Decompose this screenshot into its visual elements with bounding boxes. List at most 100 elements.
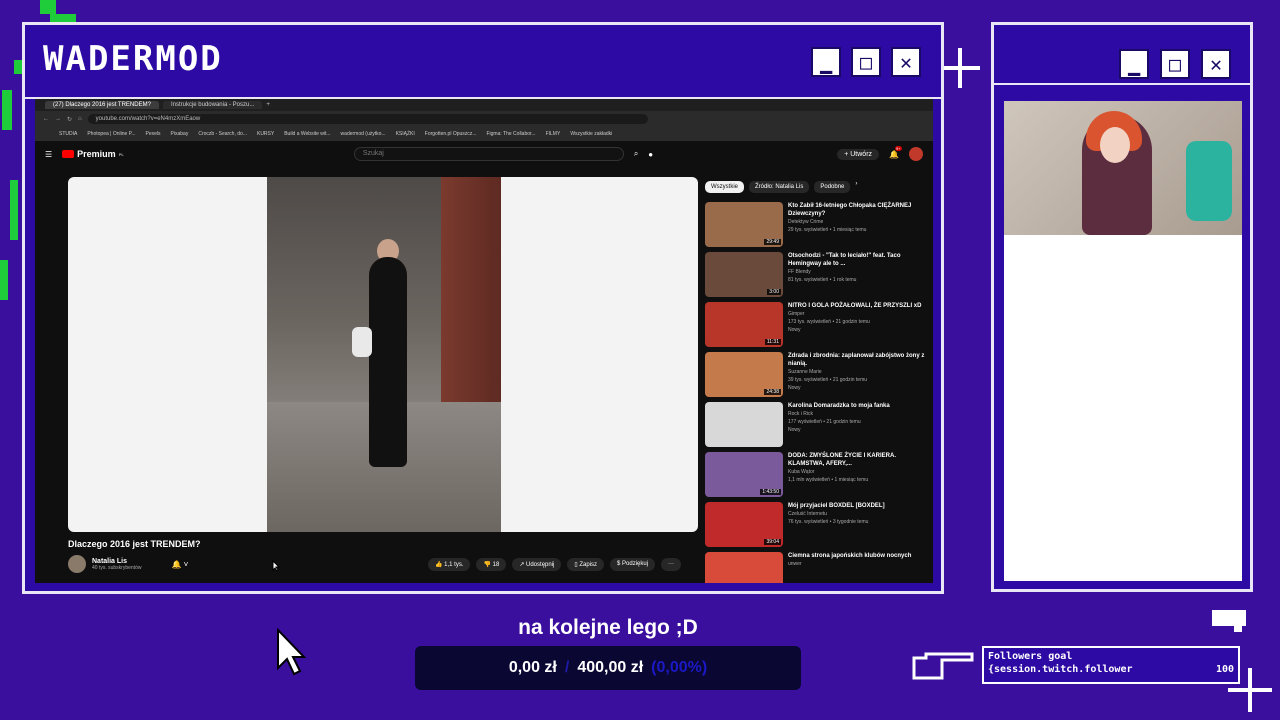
bookmark[interactable]: Photopea | Online P... [87,131,135,137]
recommendation-channel[interactable]: unwer [788,560,911,568]
donation-goal-bar: 0,00 zł / 400,00 zł (0,00%) [415,646,801,690]
bookmark[interactable]: KURSY [257,131,274,137]
recommendation-item[interactable]: 29:49 Kto Zabił 16-letniego Chłopaka CIĘ… [705,202,927,251]
recommendation-meta: 39 tys. wyświetleń • 21 godzin temu [788,377,868,383]
bookmark[interactable]: Wszystkie zakładki [570,131,612,137]
recommendation-channel[interactable]: Suzanne Marie [788,368,927,376]
dislike-button[interactable]: 👎 18 [476,558,507,571]
recommendation-title[interactable]: Kto Zabił 16-letniego Chłopaka CIĘŻARNEJ… [788,202,927,218]
bookmark[interactable]: Pexels [146,131,161,137]
youtube-logo[interactable]: Premium PL [62,149,124,159]
share-button[interactable]: ↗ Udostępnij [512,558,562,571]
person-figure [369,257,407,467]
recommendation-channel[interactable]: FF Blendy [788,268,927,276]
recommendation-title[interactable]: Zdrada i zbrodnia: zaplanował zabójstwo … [788,352,927,368]
bookmark[interactable]: FILMY [546,131,561,137]
account-avatar[interactable] [909,147,923,161]
reload-icon[interactable]: ↻ [67,116,72,123]
more-actions-button[interactable]: ··· [661,558,682,571]
bell-icon[interactable]: 🔔 ˅ [171,560,188,569]
forward-icon[interactable]: → [55,116,61,122]
recommendation-item[interactable]: Karolina Domaradzka to moja fanka Rock i… [705,402,927,451]
bookmark[interactable]: Forgotten.pl Opuszcz... [425,131,477,137]
minimize-button[interactable]: ▁ [811,47,841,77]
recommendation-channel[interactable]: Detektyw Crime [788,218,927,226]
video-thumbnail[interactable] [705,552,783,583]
video-duration: 39:04 [764,539,781,545]
mic-icon[interactable]: ● [648,150,653,159]
menu-icon[interactable]: ☰ [45,150,52,159]
recommendation-item[interactable]: Ciemna strona japońskich klubów nocnych … [705,552,927,583]
chip-similar[interactable]: Podobne [814,181,851,193]
channel-avatar[interactable] [68,555,86,573]
like-button[interactable]: 👍 1,1 tys. [428,558,471,571]
url-input[interactable]: youtube.com/watch?v=eN4mzXmEaow [87,114,648,124]
video-player[interactable] [68,177,698,532]
video-thumbnail[interactable]: 11:31 [705,302,783,347]
browser-tab[interactable]: Instrukcje budowania - Poszu... [162,101,263,109]
browser-tab[interactable]: (27) Dlaczego 2016 jest TRENDEM? [45,101,159,109]
bookmark[interactable]: STUDIA [59,131,77,137]
new-tab-icon[interactable]: + [266,102,270,108]
channel-subscribers: 40 tys. subskrybentów [92,564,142,571]
recommendation-meta: 76 tys. wyświetleń • 3 tygodnie temu [788,519,869,525]
recommendation-channel[interactable]: Rock i Rick [788,410,890,418]
chevron-right-icon[interactable]: › [855,181,857,193]
video-thumbnail[interactable]: 29:49 [705,202,783,247]
thanks-button[interactable]: $ Podziękuj [610,558,656,571]
save-button[interactable]: ▯ Zapisz [567,558,605,571]
bookmark[interactable]: Figma: The Collabor... [486,131,535,137]
maximize-button[interactable]: □ [851,47,881,77]
camera-window-titlebar: ▁ □ ✕ [994,25,1250,85]
minimize-button[interactable]: ▁ [1119,49,1149,79]
recommendation-title[interactable]: Ciemna strona japońskich klubów nocnych [788,552,911,560]
video-thumbnail[interactable]: 1:43:50 [705,452,783,497]
recommendation-channel[interactable]: Gimper [788,310,921,318]
maximize-button[interactable]: □ [1160,49,1190,79]
recommendation-item[interactable]: 11:31 NITRO I GOLA POŻAŁOWALI, ŻE PRZYSZ… [705,302,927,351]
notification-icon[interactable]: 🔔 9+ [889,145,902,159]
video-duration: 24:38 [764,389,781,395]
video-thumbnail[interactable]: 3:00 [705,252,783,297]
recommendation-title[interactable]: Otsochodzi - "Tak to leciało!" feat. Tac… [788,252,927,268]
close-button[interactable]: ✕ [891,47,921,77]
video-duration: 11:31 [764,339,781,345]
close-button[interactable]: ✕ [1201,49,1231,79]
bookmark[interactable]: KSIĄŻKI [396,131,415,137]
recommendation-title[interactable]: NITRO I GOLA POŻAŁOWALI, ŻE PRZYSZLI xD [788,302,921,310]
recommendations-list: 29:49 Kto Zabił 16-letniego Chłopaka CIĘ… [705,202,927,583]
recommendation-item[interactable]: 24:38 Zdrada i zbrodnia: zaplanował zabó… [705,352,927,401]
video-thumbnail[interactable]: 24:38 [705,352,783,397]
followers-goal-target: 100 [1215,664,1234,675]
chip-source[interactable]: Źródło: Natalia Lis [749,181,810,193]
recommendation-title[interactable]: Mój przyjaciel BOXDEL [BOXDEL] [788,502,885,510]
recommendation-channel[interactable]: Kuba Wątor [788,468,927,476]
recommendation-item[interactable]: 39:04 Mój przyjaciel BOXDEL [BOXDEL] Cze… [705,502,927,551]
video-thumbnail[interactable]: 39:04 [705,502,783,547]
bookmark[interactable]: wadermod (użytko... [341,131,386,137]
video-duration: 1:43:50 [760,489,781,495]
bookmark[interactable]: Croczb - Search, do... [198,131,247,137]
channel-name[interactable]: Natalia Lis [92,558,141,565]
bookmark[interactable]: Pixabay [171,131,189,137]
recommendation-item[interactable]: 3:00 Otsochodzi - "Tak to leciało!" feat… [705,252,927,301]
recommendation-channel[interactable]: Czeluść Internetu [788,510,885,518]
bookmark[interactable]: Build a Website wit... [284,131,330,137]
window-title: WADERMOD [43,39,223,79]
recommendation-title[interactable]: DODA: ZMYŚLONE ŻYCIE I KARIERA. KLAMSTWA… [788,452,927,468]
recommendation-item[interactable]: 1:43:50 DODA: ZMYŚLONE ŻYCIE I KARIERA. … [705,452,927,501]
search-input[interactable]: Szukaj [353,147,624,161]
chip-all[interactable]: Wszystkie [705,181,744,193]
create-button[interactable]: + Utwórz [837,148,880,160]
followers-goal-title: Followers goal [988,651,1073,662]
recommendation-title[interactable]: Karolina Domaradzka to moja fanka [788,402,890,410]
video-thumbnail[interactable] [705,402,783,447]
channel-info: Natalia Lis 40 tys. subskrybentów 🔔 ˅ [68,555,188,573]
search-icon[interactable]: ⌕ [634,149,638,159]
youtube-play-icon [62,150,75,158]
home-icon[interactable]: ⌂ [78,116,82,122]
goal-percent: (0,00%) [651,659,708,676]
back-icon[interactable]: ← [43,116,49,122]
tab-strip: (27) Dlaczego 2016 jest TRENDEM? Instruk… [35,99,933,111]
mouse-cursor-icon [277,628,306,676]
